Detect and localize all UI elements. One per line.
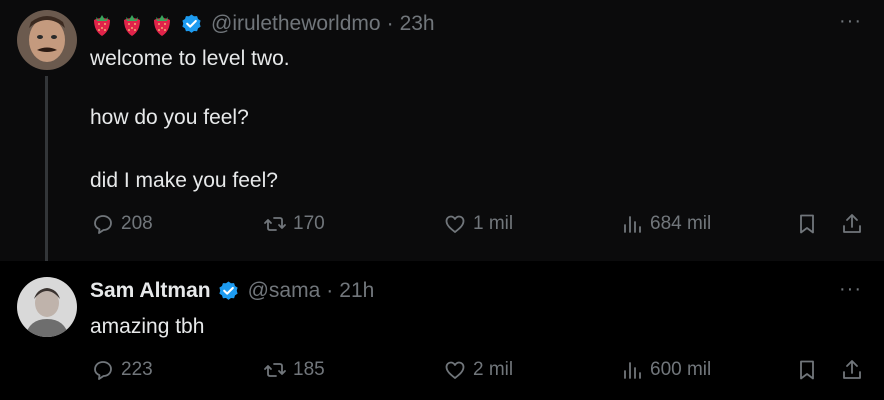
tweet-1-text-line-2: how do you feel?: [90, 106, 249, 129]
bookmark-button[interactable]: [795, 358, 819, 382]
tweet-1-text-line-1: welcome to level two.: [90, 47, 290, 70]
separator-dot: ·: [326, 279, 334, 302]
timestamp[interactable]: 23h: [400, 12, 435, 36]
share-icon: [843, 360, 861, 379]
views-icon: [624, 216, 641, 233]
display-name-emojis[interactable]: [90, 11, 174, 37]
strawberry-icon: [120, 11, 144, 37]
share-icon: [843, 214, 861, 233]
bookmark-button[interactable]: [795, 212, 819, 236]
like-button[interactable]: 1 mil: [443, 212, 513, 236]
repost-count: 185: [293, 359, 325, 380]
reply-button[interactable]: 208: [91, 212, 153, 236]
more-icon[interactable]: ···: [839, 10, 862, 33]
views-button[interactable]: 684 mil: [620, 212, 711, 236]
strawberry-icon: [90, 11, 114, 37]
avatar-sama[interactable]: [17, 277, 77, 337]
reply-count: 208: [121, 213, 153, 234]
more-icon[interactable]: ···: [839, 278, 862, 301]
author-name[interactable]: Sam Altman: [90, 279, 211, 303]
tweet-1-header: @iruletheworldmo · 23h: [90, 11, 435, 37]
strawberry-icon: [150, 11, 174, 37]
tweet-2-action-bar: 223 185 2 mil 600 mil: [0, 358, 884, 388]
like-count: 1 mil: [473, 213, 514, 234]
tweet-2-header: Sam Altman @sama · 21h: [90, 279, 374, 303]
views-count: 600 mil: [650, 359, 712, 380]
repost-button[interactable]: 185: [263, 358, 325, 382]
repost-icon: [264, 363, 286, 377]
author-handle[interactable]: @sama: [248, 279, 321, 303]
reply-button[interactable]: 223: [91, 358, 153, 382]
reply-icon: [94, 215, 112, 234]
tweet-1-action-bar: 208 170 1 mil 684 mil: [0, 212, 884, 242]
verified-badge-icon[interactable]: [217, 280, 240, 303]
share-button[interactable]: [840, 358, 864, 382]
bookmark-icon: [800, 360, 814, 380]
like-icon: [445, 215, 465, 233]
views-button[interactable]: 600 mil: [620, 358, 711, 382]
repost-icon: [264, 217, 286, 231]
share-button[interactable]: [840, 212, 864, 236]
author-handle[interactable]: @iruletheworldmo: [211, 12, 381, 36]
reply-count: 223: [121, 359, 153, 380]
avatar-iruletheworldmo[interactable]: [17, 10, 77, 70]
like-icon: [445, 361, 465, 379]
like-button[interactable]: 2 mil: [443, 358, 513, 382]
timestamp[interactable]: 21h: [339, 279, 374, 303]
verified-badge-icon[interactable]: [180, 13, 203, 36]
views-icon: [624, 362, 641, 379]
like-count: 2 mil: [473, 359, 514, 380]
separator-dot: ·: [386, 12, 394, 35]
views-count: 684 mil: [650, 213, 712, 234]
bookmark-icon: [800, 214, 814, 234]
repost-count: 170: [293, 213, 325, 234]
repost-button[interactable]: 170: [263, 212, 325, 236]
tweet-1-text-line-3: did I make you feel?: [90, 169, 278, 192]
tweet-2-text-line-1: amazing tbh: [90, 315, 205, 338]
reply-icon: [94, 361, 112, 380]
